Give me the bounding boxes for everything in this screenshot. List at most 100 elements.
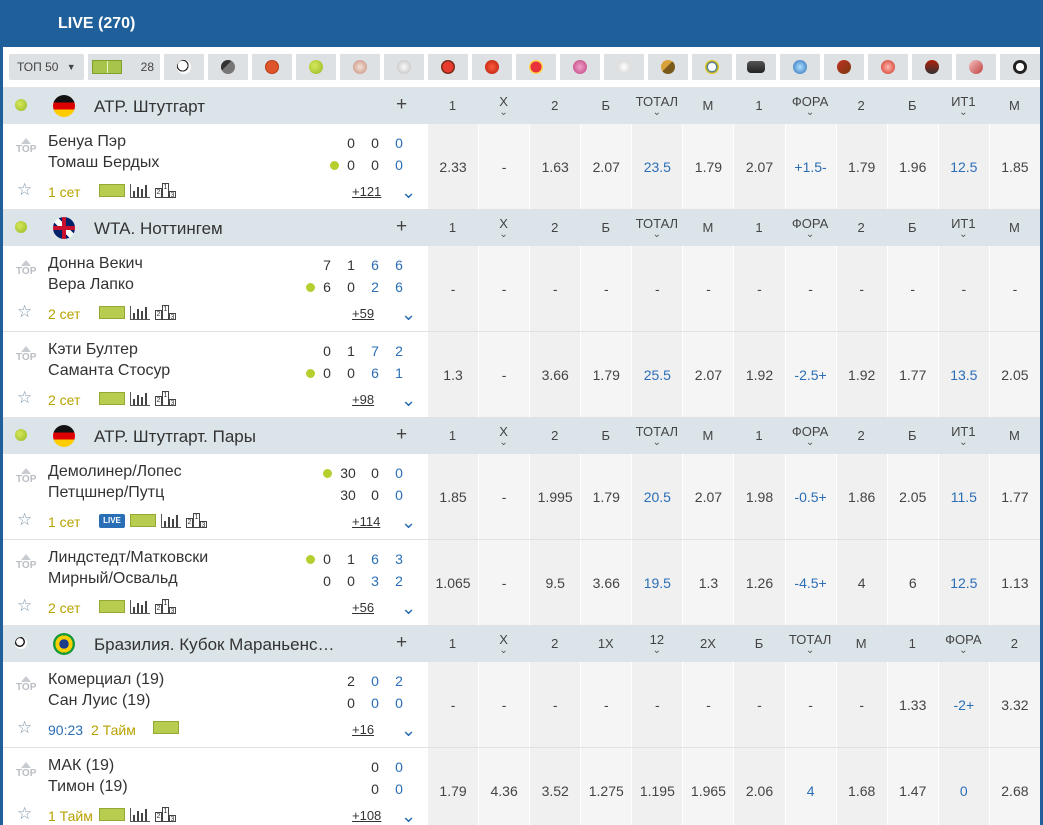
more-markets-link[interactable]: +98 (352, 392, 374, 407)
odds-cell[interactable]: 3.32 (988, 662, 1040, 747)
odds-header-11[interactable]: М (989, 88, 1040, 124)
odds-header-10[interactable]: ФОРА ⌄ (938, 626, 989, 662)
odds-cell[interactable]: 1.86 (835, 454, 887, 539)
odds-cell[interactable]: 1.79 (427, 748, 479, 825)
odds-header-8[interactable]: 2 (836, 88, 887, 124)
odds-cell[interactable]: 1.85 (427, 454, 479, 539)
statistics-icon[interactable] (130, 599, 150, 614)
odds-cell[interactable]: 4 (835, 540, 887, 625)
odds-cell[interactable]: 1.77 (988, 454, 1040, 539)
more-markets-link[interactable]: +16 (352, 722, 374, 737)
odds-cell[interactable]: 2.06 (733, 748, 785, 825)
odds-cell[interactable]: 4 (784, 748, 836, 825)
odds-cell[interactable]: 4.36 (478, 748, 530, 825)
league-name[interactable]: Бразилия. Кубок Мараньенс… (94, 635, 334, 655)
sport-filter-13[interactable] (736, 54, 776, 80)
team1-name[interactable]: Донна Векич (48, 255, 143, 273)
odds-header-3[interactable]: Б (580, 210, 631, 246)
statistics-icon[interactable] (130, 807, 150, 822)
odds-cell[interactable]: 1.065 (427, 540, 479, 625)
event-row[interactable]: TOP Донна Векич Вера Лапко 7 6 1 0 6 2 6 6 ☆ 2 сет 2 1… (3, 246, 1040, 332)
add-league-button[interactable]: + (396, 424, 407, 446)
odds-header-10[interactable]: ИТ1 ⌄ (938, 88, 989, 124)
odds-cell[interactable]: 2.33 (427, 124, 479, 209)
match-field-icon[interactable] (99, 184, 125, 197)
odds-cell[interactable]: 1.68 (835, 748, 887, 825)
odds-header-8[interactable]: 2 (836, 418, 887, 454)
top50-dropdown[interactable]: ТОП 50 ▼ (9, 54, 84, 80)
odds-cell[interactable]: -2+ (937, 662, 989, 747)
league-row-2[interactable]: ATP. Штутгарт. Пары +1 X ⌄ 2 Б ТОТАЛ ⌄ М 1 ФОРА ⌄ 2 Б… (3, 418, 1040, 454)
sport-filter-14[interactable] (780, 54, 820, 80)
add-league-button[interactable]: + (396, 216, 407, 238)
odds-header-5[interactable]: М (682, 210, 733, 246)
expand-chevron-icon[interactable]: ⌄ (401, 304, 416, 325)
odds-cell[interactable]: 1.47 (886, 748, 938, 825)
team2-name[interactable]: Сан Луис (19) (48, 692, 150, 710)
odds-header-4[interactable]: ТОТАЛ ⌄ (631, 418, 682, 454)
team1-name[interactable]: МАК (19) (48, 757, 114, 775)
team1-name[interactable]: Линдстедт/Матковски (48, 549, 208, 567)
odds-cell[interactable]: 1.3 (682, 540, 734, 625)
sport-filter-1[interactable] (208, 54, 248, 80)
favorite-star-icon[interactable]: ☆ (17, 804, 32, 824)
odds-header-6[interactable]: 1 (733, 418, 784, 454)
odds-cell[interactable]: 1.92 (733, 332, 785, 417)
event-row[interactable]: TOP Демолинер/Лопес Петцшнер/Путц 30 30 0 0 0 0 ☆… (3, 454, 1040, 540)
more-markets-link[interactable]: +56 (352, 600, 374, 615)
expand-chevron-icon[interactable]: ⌄ (401, 720, 416, 741)
odds-cell[interactable]: 1.79 (580, 332, 632, 417)
odds-cell[interactable]: 1.195 (631, 748, 683, 825)
odds-cell[interactable]: 25.5 (631, 332, 683, 417)
match-field-icon[interactable] (99, 306, 125, 319)
results-icon[interactable]: 213 (155, 599, 177, 615)
event-row[interactable]: TOP Комерциал (19) Сан Луис (19) 2 0 0 0 2 0 ☆ 90:… (3, 662, 1040, 748)
sport-filter-8[interactable] (516, 54, 556, 80)
results-icon[interactable]: 213 (155, 807, 177, 823)
sport-filter-11[interactable] (648, 54, 688, 80)
sport-filter-17[interactable] (912, 54, 952, 80)
odds-cell[interactable]: 2.68 (988, 748, 1040, 825)
sport-filter-18[interactable] (956, 54, 996, 80)
sport-filter-3[interactable] (296, 54, 336, 80)
odds-cell[interactable]: 1.85 (988, 124, 1040, 209)
odds-header-11[interactable]: М (989, 210, 1040, 246)
event-row[interactable]: TOP МАК (19) Тимон (19) 0 0 0 0 ☆ 1 Тайм 2 1 3 +108 ⌄… (3, 748, 1040, 825)
odds-header-9[interactable]: Б (887, 418, 938, 454)
odds-header-8[interactable]: М (836, 626, 887, 662)
odds-cell[interactable]: 11.5 (937, 454, 989, 539)
odds-header-6[interactable]: Б (733, 626, 784, 662)
match-field-icon[interactable] (99, 808, 125, 821)
favorite-star-icon[interactable]: ☆ (17, 596, 32, 616)
sport-filter-0[interactable] (164, 54, 204, 80)
sport-filter-6[interactable] (428, 54, 468, 80)
sport-filter-12[interactable] (692, 54, 732, 80)
team2-name[interactable]: Мирный/Освальд (48, 570, 178, 588)
results-icon[interactable]: 213 (155, 305, 177, 321)
odds-header-10[interactable]: ИТ1 ⌄ (938, 418, 989, 454)
favorite-star-icon[interactable]: ☆ (17, 180, 32, 200)
odds-cell[interactable]: 20.5 (631, 454, 683, 539)
favorite-star-icon[interactable]: ☆ (17, 718, 32, 738)
odds-header-0[interactable]: 1 (427, 626, 478, 662)
odds-cell[interactable]: -2.5+ (784, 332, 836, 417)
odds-cell[interactable]: 2.05 (988, 332, 1040, 417)
odds-cell[interactable]: 2.07 (682, 332, 734, 417)
sport-filter-5[interactable] (384, 54, 424, 80)
match-field-icon[interactable] (130, 514, 156, 527)
event-row[interactable]: TOP Линдстедт/Матковски Мирный/Освальд 0 0 1 0… (3, 540, 1040, 626)
match-field-icon[interactable] (99, 600, 125, 613)
odds-header-1[interactable]: X ⌄ (478, 88, 529, 124)
sport-filter-2[interactable] (252, 54, 292, 80)
odds-cell[interactable]: 1.79 (835, 124, 887, 209)
sport-filter-10[interactable] (604, 54, 644, 80)
statistics-icon[interactable] (130, 183, 150, 198)
odds-cell[interactable]: 1.77 (886, 332, 938, 417)
odds-cell[interactable]: 19.5 (631, 540, 683, 625)
team1-name[interactable]: Демолинер/Лопес (48, 463, 182, 481)
odds-header-5[interactable]: М (682, 88, 733, 124)
sport-filter-9[interactable] (560, 54, 600, 80)
expand-chevron-icon[interactable]: ⌄ (401, 512, 416, 533)
odds-header-2[interactable]: 2 (529, 626, 580, 662)
odds-cell[interactable]: -4.5+ (784, 540, 836, 625)
